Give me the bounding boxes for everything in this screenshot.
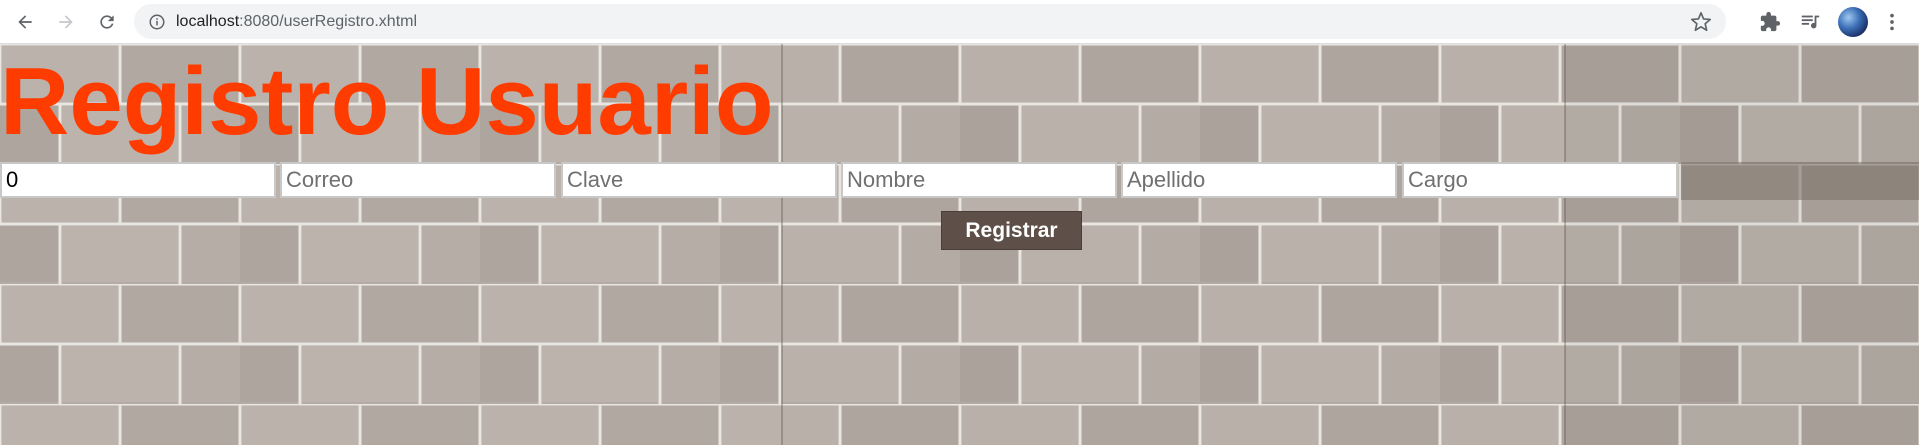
reload-icon <box>100 15 114 29</box>
media-queue-icon <box>1801 15 1820 29</box>
profile-avatar[interactable] <box>1838 7 1868 37</box>
id-field[interactable] <box>0 162 276 198</box>
media-queue-button[interactable] <box>1797 9 1823 35</box>
nombre-field[interactable] <box>841 162 1117 198</box>
registration-form <box>0 162 1919 200</box>
correo-field[interactable] <box>280 162 556 198</box>
extensions-icon <box>1760 11 1781 32</box>
browser-toolbar: localhost:8080/userRegistro.xhtml <box>0 0 1919 44</box>
reload-button[interactable] <box>91 6 123 38</box>
url-host: localhost <box>176 12 240 30</box>
star-icon[interactable] <box>1690 11 1712 33</box>
forward-icon <box>59 15 73 29</box>
form-row-strip <box>1681 162 1919 200</box>
back-icon <box>18 15 32 29</box>
extensions-button[interactable] <box>1757 9 1783 35</box>
page-title: Registro Usuario <box>0 48 774 155</box>
page-content: Registro Usuario Registrar <box>0 44 1919 445</box>
registrar-button[interactable]: Registrar <box>941 211 1082 250</box>
info-icon[interactable] <box>148 13 166 31</box>
apellido-field[interactable] <box>1121 162 1397 198</box>
url-text: localhost:8080/userRegistro.xhtml <box>176 13 417 31</box>
url-path: :8080/userRegistro.xhtml <box>239 12 418 30</box>
address-bar[interactable]: localhost:8080/userRegistro.xhtml <box>134 4 1726 39</box>
cargo-field[interactable] <box>1402 162 1678 198</box>
menu-icon <box>1890 13 1894 31</box>
clave-field[interactable] <box>561 162 837 198</box>
forward-button[interactable] <box>50 6 82 38</box>
menu-button[interactable] <box>1879 9 1905 35</box>
back-button[interactable] <box>9 6 41 38</box>
